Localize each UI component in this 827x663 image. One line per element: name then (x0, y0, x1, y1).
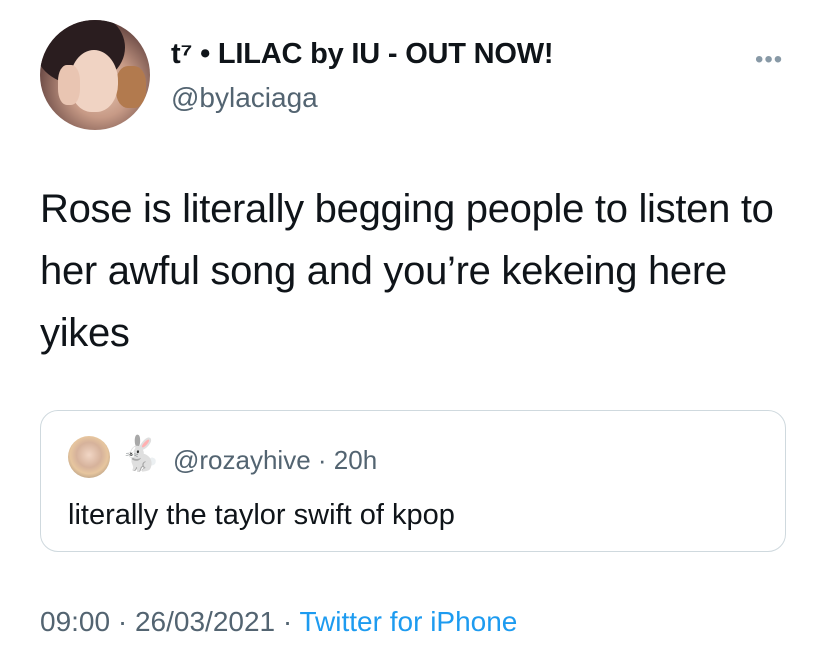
quoted-tweet-header: @rozayhive · 20h (173, 445, 377, 476)
author-handle[interactable]: @bylaciaga (171, 82, 318, 114)
avatar-background-prop (116, 66, 146, 108)
quoted-tweet-text: literally the taylor swift of kpop (68, 499, 455, 531)
author-avatar[interactable] (40, 20, 150, 130)
tweet-time[interactable]: 09:00 (40, 606, 110, 637)
quoted-author-handle[interactable]: @rozayhive (173, 445, 311, 475)
tweet-text: Rose is literally begging people to list… (40, 187, 774, 355)
quoted-tweet-card[interactable]: 🐇 @rozayhive · 20h literally the taylor … (40, 410, 786, 552)
author-display-name[interactable]: t⁷ • LILAC by IU - OUT NOW! (171, 38, 554, 71)
more-horizontal-icon[interactable]: ••• (755, 48, 783, 72)
tweet-source-link[interactable]: Twitter for iPhone (300, 606, 518, 637)
quoted-author-avatar[interactable] (68, 436, 110, 478)
meta-separator: · (275, 606, 300, 637)
rabbit-emoji-icon: 🐇 (119, 435, 162, 473)
quoted-timestamp[interactable]: 20h (334, 445, 377, 475)
quoted-separator: · (310, 445, 334, 475)
tweet-date[interactable]: 26/03/2021 (135, 606, 275, 637)
meta-separator: · (110, 606, 135, 637)
avatar-hand (58, 65, 80, 105)
tweet-meta: 09:00 · 26/03/2021 · Twitter for iPhone (40, 606, 517, 638)
